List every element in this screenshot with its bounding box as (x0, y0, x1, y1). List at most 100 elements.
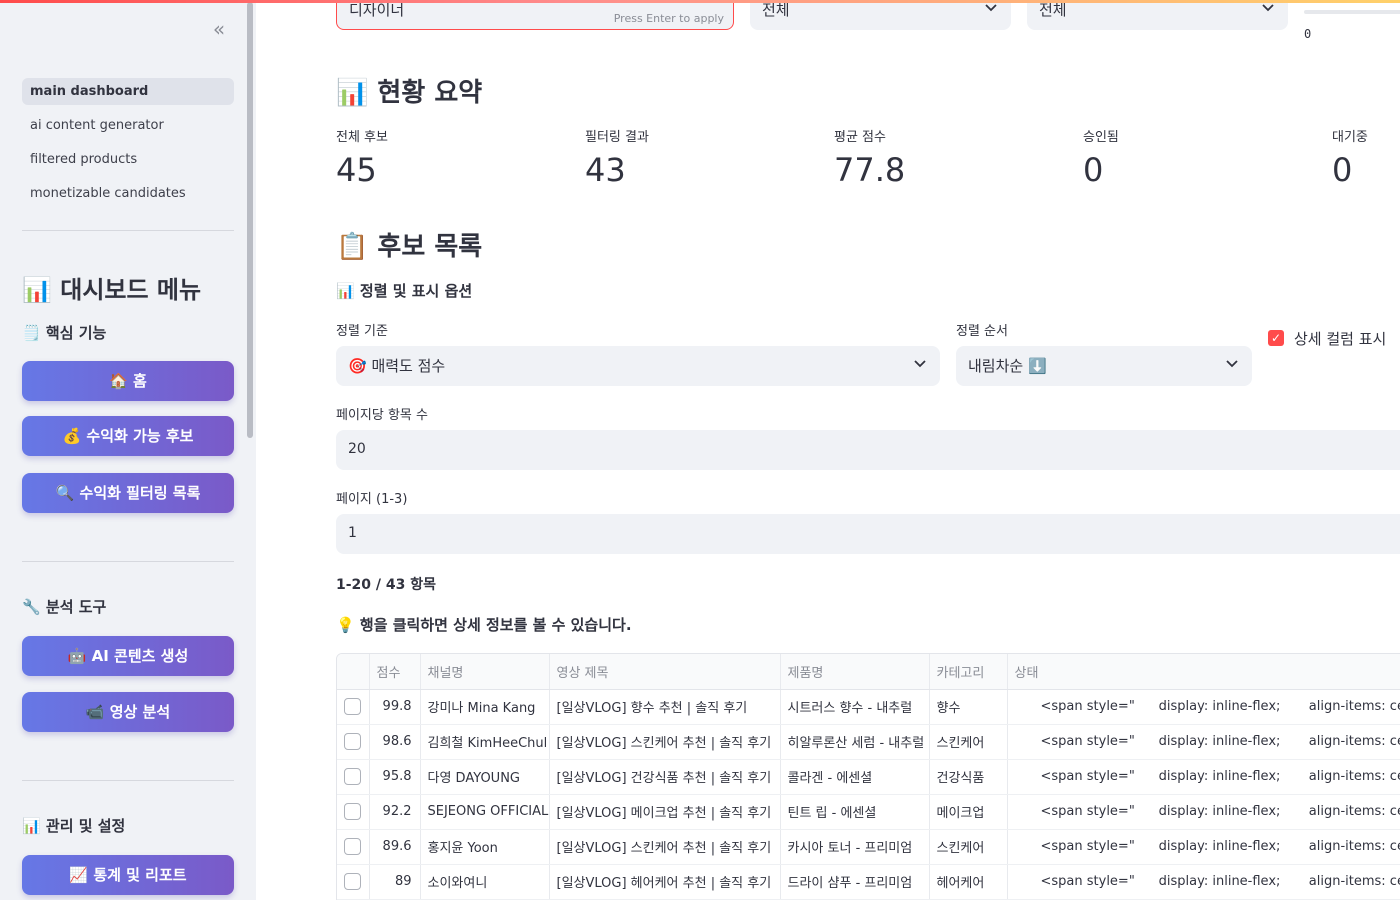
metric-label: 평균 점수 (834, 130, 886, 145)
filter-select-2-value: 전체 (1039, 1, 1067, 19)
search-input[interactable]: 디자이너 Press Enter to apply (336, 0, 734, 30)
cell-status: <span style=" display: inline-flex; alig… (1007, 864, 1400, 900)
candidates-table: 점수 채널명 영상 제목 제품명 카테고리 상태 99.8 강미나 Mina K… (336, 653, 1400, 900)
filter-select-1[interactable]: 전체 (750, 0, 1011, 30)
table-row[interactable]: 89.6 홍지윤 Yoon [일상VLOG] 스킨케어 추천 | 솔직 후기 카… (337, 829, 1400, 865)
status-fragment: display: inline-flex; (1158, 804, 1281, 819)
status-fragment: align-items: center; (1308, 699, 1400, 714)
page-label: 페이지 (1-3) (336, 492, 408, 507)
table-header-row: 점수 채널명 영상 제목 제품명 카테고리 상태 (337, 654, 1400, 690)
column-header-score[interactable]: 점수 (369, 654, 421, 690)
status-fragment: align-items: center; (1308, 839, 1400, 854)
sidebar-scrollbar[interactable] (247, 2, 253, 438)
metric-total-candidates: 전체 후보 45 (336, 126, 388, 189)
column-header-product[interactable]: 제품명 (780, 654, 930, 690)
cell-category: 향수 (929, 689, 1008, 725)
monetizable-candidates-button[interactable]: 💰 수익화 가능 후보 (22, 416, 234, 456)
cell-video-title: [일상VLOG] 헤어케어 추천 | 솔직 후기 (549, 864, 781, 900)
cell-score: 98.6 (369, 724, 421, 760)
metric-average-score: 평균 점수 77.8 (834, 126, 905, 189)
metric-filtered-results: 필터링 결과 43 (585, 126, 649, 189)
sidebar: « main dashboard ai content generator fi… (0, 0, 256, 900)
column-header-category[interactable]: 카테고리 (929, 654, 1008, 690)
top-decoration-bar (0, 0, 1400, 3)
sort-order-value: 내림차순 ⬇️ (968, 357, 1047, 375)
metric-pending: 대기중 0 (1332, 126, 1368, 189)
slider-value: 0 (1304, 27, 1312, 41)
sidebar-menu-title: 📊 대시보드 메뉴 (22, 276, 202, 304)
sidebar-nav: main dashboard ai content generator filt… (22, 78, 234, 214)
sidebar-divider (22, 780, 234, 781)
cell-status: <span style=" display: inline-flex; alig… (1007, 759, 1400, 795)
metric-value: 0 (1083, 151, 1104, 189)
stats-report-button[interactable]: 📈 통계 및 리포트 (22, 855, 234, 895)
nav-item-filtered-products[interactable]: filtered products (22, 146, 234, 173)
cell-category: 스킨케어 (929, 724, 1008, 760)
table-row[interactable]: 89 소이와여니 [일상VLOG] 헤어케어 추천 | 솔직 후기 드라이 샴푸… (337, 864, 1400, 900)
cell-status: <span style=" display: inline-flex; alig… (1007, 794, 1400, 830)
metric-value: 43 (585, 151, 626, 189)
table-row[interactable]: 95.8 다영 DAYOUNG [일상VLOG] 건강식품 추천 | 솔직 후기… (337, 759, 1400, 795)
table-row[interactable]: 98.6 김희철 KimHeeChul [일상VLOG] 스킨케어 추천 | 솔… (337, 724, 1400, 760)
section-analysis-tools: 🔧 분석 도구 (22, 598, 107, 616)
detail-columns-checkbox[interactable]: ✓ (1268, 330, 1284, 346)
row-select-checkbox[interactable] (337, 829, 370, 865)
video-analysis-button[interactable]: 📹 영상 분석 (22, 692, 234, 732)
metric-value: 77.8 (834, 151, 906, 189)
filter-select-2[interactable]: 전체 (1027, 0, 1288, 30)
per-page-input[interactable]: 20 (336, 430, 1400, 470)
sort-by-label: 정렬 기준 (336, 324, 388, 339)
table-row[interactable]: 99.8 강미나 Mina Kang [일상VLOG] 향수 추천 | 솔직 후… (337, 689, 1400, 725)
cell-video-title: [일상VLOG] 스킨케어 추천 | 솔직 후기 (549, 829, 781, 865)
status-fragment: align-items: center; (1308, 874, 1400, 889)
column-header-channel[interactable]: 채널명 (420, 654, 550, 690)
nav-item-ai-content-generator[interactable]: ai content generator (22, 112, 234, 139)
row-select-checkbox[interactable] (337, 759, 370, 795)
nav-item-monetizable-candidates[interactable]: monetizable candidates (22, 180, 234, 207)
cell-product: 드라이 샴푸 - 프리미엄 (780, 864, 930, 900)
cell-video-title: [일상VLOG] 향수 추천 | 솔직 후기 (549, 689, 781, 725)
status-fragment: <span style=" (1040, 734, 1135, 749)
filter-slider[interactable] (1304, 10, 1400, 14)
search-input-hint: Press Enter to apply (613, 12, 724, 25)
detail-columns-label[interactable]: 상세 컬럼 표시 (1294, 328, 1386, 349)
status-fragment: display: inline-flex; (1158, 734, 1281, 749)
row-select-checkbox[interactable] (337, 724, 370, 760)
collapse-sidebar-icon[interactable]: « (208, 18, 230, 40)
home-button[interactable]: 🏠 홈 (22, 361, 234, 401)
nav-item-main-dashboard[interactable]: main dashboard (22, 78, 234, 105)
per-page-label: 페이지당 항목 수 (336, 408, 428, 423)
cell-video-title: [일상VLOG] 메이크업 추천 | 솔직 후기 (549, 794, 781, 830)
table-row[interactable]: 92.2 SEJEONG OFFICIAL [일상VLOG] 메이크업 추천 |… (337, 794, 1400, 830)
status-fragment: align-items: center; (1308, 734, 1400, 749)
cell-category: 스킨케어 (929, 829, 1008, 865)
item-count: 1-20 / 43 항목 (336, 577, 437, 593)
cell-video-title: [일상VLOG] 스킨케어 추천 | 솔직 후기 (549, 724, 781, 760)
sort-order-label: 정렬 순서 (956, 324, 1008, 339)
page-input[interactable]: 1 (336, 514, 1400, 554)
cell-channel: 김희철 KimHeeChul (420, 724, 550, 760)
cell-product: 카시아 토너 - 프리미엄 (780, 829, 930, 865)
ai-content-button[interactable]: 🤖 AI 콘텐츠 생성 (22, 636, 234, 676)
status-fragment: <span style=" (1040, 874, 1135, 889)
cell-score: 99.8 (369, 689, 421, 725)
sort-by-select[interactable]: 🎯 매력도 점수 (336, 346, 940, 386)
chevron-down-icon (1226, 356, 1238, 372)
cell-product: 시트러스 향수 - 내추럴 (780, 689, 930, 725)
sidebar-divider (22, 561, 234, 562)
row-select-checkbox[interactable] (337, 689, 370, 725)
row-select-checkbox[interactable] (337, 864, 370, 900)
sort-order-select[interactable]: 내림차순 ⬇️ (956, 346, 1252, 386)
sidebar-divider (22, 230, 234, 231)
column-header-status[interactable]: 상태 (1007, 654, 1400, 690)
status-fragment: align-items: center; (1308, 769, 1400, 784)
cell-score: 89.6 (369, 829, 421, 865)
monetization-filter-list-button[interactable]: 🔍 수익화 필터링 목록 (22, 473, 234, 513)
row-select-checkbox[interactable] (337, 794, 370, 830)
status-fragment: <span style=" (1040, 769, 1135, 784)
column-header-video-title[interactable]: 영상 제목 (549, 654, 781, 690)
status-fragment: <span style=" (1040, 839, 1135, 854)
page-value: 1 (348, 525, 357, 541)
status-fragment: <span style=" (1040, 804, 1135, 819)
cell-status: <span style=" display: inline-flex; alig… (1007, 829, 1400, 865)
